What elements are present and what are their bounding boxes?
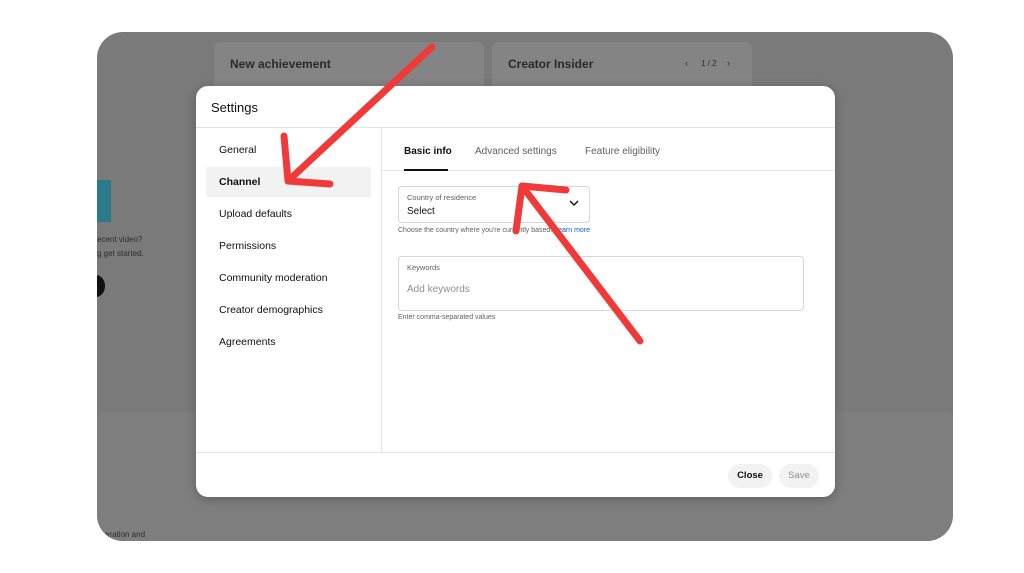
nav-item-general[interactable]: General bbox=[206, 135, 371, 165]
country-helper: Choose the country where you're currentl… bbox=[398, 227, 590, 234]
bg-button[interactable] bbox=[97, 275, 105, 297]
settings-dialog: Settings General Channel Upload defaults… bbox=[196, 86, 835, 497]
keywords-label: Keywords bbox=[407, 263, 440, 272]
nav-item-channel[interactable]: Channel bbox=[206, 167, 371, 197]
bg-side-text-2: g get started. bbox=[97, 249, 144, 258]
save-button[interactable]: Save bbox=[779, 464, 819, 488]
nav-item-upload-defaults[interactable]: Upload defaults bbox=[206, 199, 371, 229]
country-value: Select bbox=[407, 206, 435, 217]
pager-next-icon[interactable]: › bbox=[727, 58, 730, 68]
nav-item-community-moderation[interactable]: Community moderation bbox=[206, 263, 371, 293]
nav-item-creator-demographics[interactable]: Creator demographics bbox=[206, 295, 371, 325]
creator-insider-title: Creator Insider bbox=[508, 57, 594, 71]
country-select[interactable]: Country of residence Select bbox=[398, 186, 590, 223]
pager-prev-icon[interactable]: ‹ bbox=[685, 58, 688, 68]
tabs-divider bbox=[382, 170, 835, 171]
active-tab-indicator bbox=[404, 169, 448, 171]
nav-item-agreements[interactable]: Agreements bbox=[206, 327, 371, 357]
country-label: Country of residence bbox=[407, 193, 477, 202]
nav-item-permissions[interactable]: Permissions bbox=[206, 231, 371, 261]
tab-feature-eligibility[interactable]: Feature eligibility bbox=[585, 146, 660, 157]
bg-bottom-text: eration and bbox=[105, 530, 146, 539]
pager-label: 1 / 2 bbox=[701, 59, 717, 68]
keywords-helper: Enter comma-separated values bbox=[398, 314, 496, 321]
learn-more-link[interactable]: Learn more bbox=[554, 227, 590, 234]
chevron-down-icon bbox=[569, 200, 579, 206]
bg-side-text-1: ecent video? bbox=[97, 235, 143, 244]
keywords-field[interactable]: Keywords Add keywords bbox=[398, 256, 804, 311]
dialog-title: Settings bbox=[211, 100, 258, 115]
illustration-icon bbox=[97, 180, 111, 222]
keywords-input[interactable]: Add keywords bbox=[407, 284, 470, 295]
close-button[interactable]: Close bbox=[728, 464, 772, 488]
header-divider bbox=[196, 127, 835, 128]
footer-divider bbox=[196, 452, 835, 453]
tab-basic-info[interactable]: Basic info bbox=[404, 146, 452, 157]
tab-advanced-settings[interactable]: Advanced settings bbox=[475, 146, 557, 157]
achievement-title: New achievement bbox=[230, 57, 331, 71]
sidebar-divider bbox=[381, 128, 382, 452]
country-helper-text: Choose the country where you're currentl… bbox=[398, 227, 553, 234]
